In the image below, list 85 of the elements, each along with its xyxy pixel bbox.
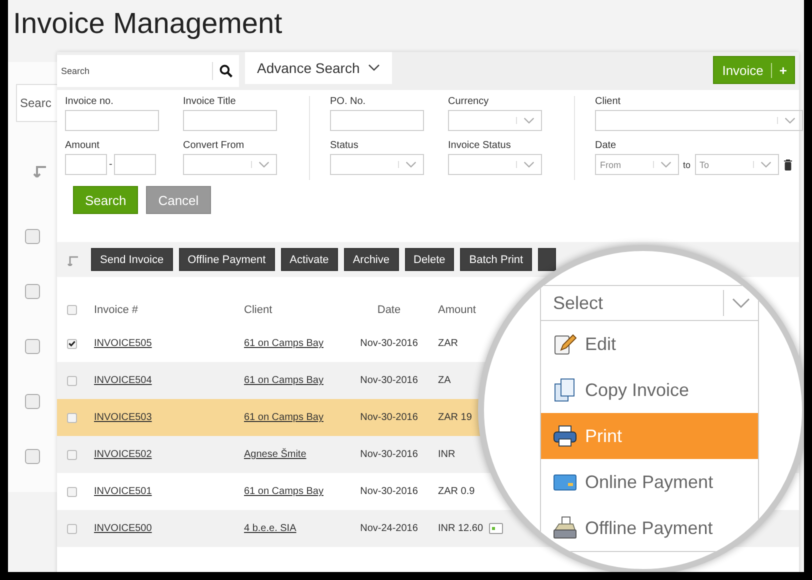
sort-icon[interactable] xyxy=(67,254,79,266)
field-label: PO. No. xyxy=(330,96,367,107)
field-label: Client xyxy=(595,96,622,107)
row-checkbox[interactable] xyxy=(25,449,40,464)
page-title: Invoice Management xyxy=(12,7,284,41)
row-checkbox[interactable] xyxy=(67,376,77,386)
action-dropdown[interactable]: Select xyxy=(540,285,759,321)
field-label: Invoice Status xyxy=(448,140,512,151)
field-label: Convert From xyxy=(183,140,246,151)
back-search-field[interactable]: Searc xyxy=(16,84,57,122)
cash-register-icon xyxy=(553,516,577,540)
trash-icon[interactable] xyxy=(782,158,793,170)
amount-min-field[interactable] xyxy=(65,154,107,175)
amount-cell: ZA xyxy=(438,375,451,386)
field-label: Amount xyxy=(65,140,100,151)
client-link[interactable]: 61 on Camps Bay xyxy=(244,486,324,497)
client-link[interactable]: 61 on Camps Bay xyxy=(244,412,324,423)
row-checkbox[interactable] xyxy=(25,339,40,354)
invoice-link[interactable]: INVOICE501 xyxy=(94,486,152,497)
row-checkbox[interactable] xyxy=(25,229,40,244)
date-cell-text: Nov-30-2016 xyxy=(359,449,419,460)
date-cell-text: Nov-30-2016 xyxy=(359,338,419,349)
row-checkbox[interactable] xyxy=(67,524,77,534)
range-separator: - xyxy=(109,159,112,170)
column-header: Date xyxy=(376,304,402,316)
field-label: Status xyxy=(330,140,360,151)
date-cell-text: Nov-30-2016 xyxy=(359,486,419,497)
select-field[interactable] xyxy=(448,154,542,175)
row-checkbox[interactable] xyxy=(25,394,40,409)
date-from-field[interactable]: From xyxy=(595,154,679,175)
amount-cell: ZAR xyxy=(438,338,458,349)
row-checkbox[interactable] xyxy=(67,486,77,496)
printer-icon xyxy=(553,424,577,448)
amount-cell: ZAR 0.9 xyxy=(438,486,475,497)
column-header: Amount xyxy=(438,304,477,316)
row-checkbox[interactable] xyxy=(67,450,77,460)
to-label: to xyxy=(683,160,691,170)
select-field[interactable] xyxy=(183,154,277,175)
amount-cell: INR xyxy=(438,449,456,460)
select-field[interactable] xyxy=(330,154,424,175)
field-label: Invoice no. xyxy=(65,96,114,107)
toolbar-button[interactable]: Send Invoice xyxy=(91,248,173,271)
client-link[interactable]: Agnese Šmite xyxy=(244,449,306,460)
date-to-field[interactable]: To xyxy=(694,154,779,175)
text-field[interactable] xyxy=(330,110,424,131)
client-link[interactable]: 4 b.e.e. SIA xyxy=(244,523,296,534)
amount-max-field[interactable] xyxy=(114,154,156,175)
date-cell-text: Nov-24-2016 xyxy=(359,523,419,534)
toolbar-button[interactable]: Archive xyxy=(344,248,398,271)
invoice-link[interactable]: INVOICE503 xyxy=(94,412,152,423)
client-link[interactable]: 61 on Camps Bay xyxy=(244,375,324,386)
invoice-link[interactable]: INVOICE502 xyxy=(94,449,152,460)
text-field[interactable] xyxy=(183,110,277,131)
toolbar-button[interactable]: Delete xyxy=(404,248,454,271)
chevron-icon xyxy=(368,64,380,72)
column-header: Client xyxy=(244,304,274,316)
card-icon[interactable] xyxy=(489,523,504,534)
row-checkbox[interactable] xyxy=(67,338,77,348)
row-checkbox[interactable] xyxy=(67,412,77,422)
copy-icon xyxy=(553,378,577,402)
edit-icon xyxy=(553,332,577,356)
field-label: Invoice Title xyxy=(183,96,237,107)
date-cell-text: Nov-30-2016 xyxy=(359,375,419,386)
toolbar-button[interactable]: Activate xyxy=(280,248,338,271)
amount-cell: ZAR 19 xyxy=(438,412,472,423)
select-field[interactable] xyxy=(595,110,803,131)
select-field[interactable] xyxy=(448,110,542,131)
field-label: Date xyxy=(595,140,618,151)
search-field[interactable]: Search xyxy=(57,55,239,87)
date-cell-text: Nov-30-2016 xyxy=(359,412,419,423)
client-link[interactable]: 61 on Camps Bay xyxy=(244,338,324,349)
field-label: Currency xyxy=(448,96,490,107)
search-icon[interactable] xyxy=(219,64,233,78)
toolbar-button[interactable] xyxy=(538,248,556,271)
toolbar-button[interactable]: Offline Payment xyxy=(178,248,275,271)
select-all-checkbox[interactable] xyxy=(67,305,77,315)
invoice-link[interactable]: INVOICE504 xyxy=(94,375,152,386)
column-header: Invoice # xyxy=(94,304,140,316)
advance-search-tab[interactable]: Advance Search xyxy=(245,52,392,84)
invoice-link[interactable]: INVOICE505 xyxy=(94,338,152,349)
invoice-link[interactable]: INVOICE500 xyxy=(94,523,152,534)
amount-cell: INR 12.60 xyxy=(438,523,484,534)
text-field[interactable] xyxy=(65,110,159,131)
row-checkbox[interactable] xyxy=(25,284,40,299)
toolbar-button[interactable]: Batch Print xyxy=(460,248,532,271)
